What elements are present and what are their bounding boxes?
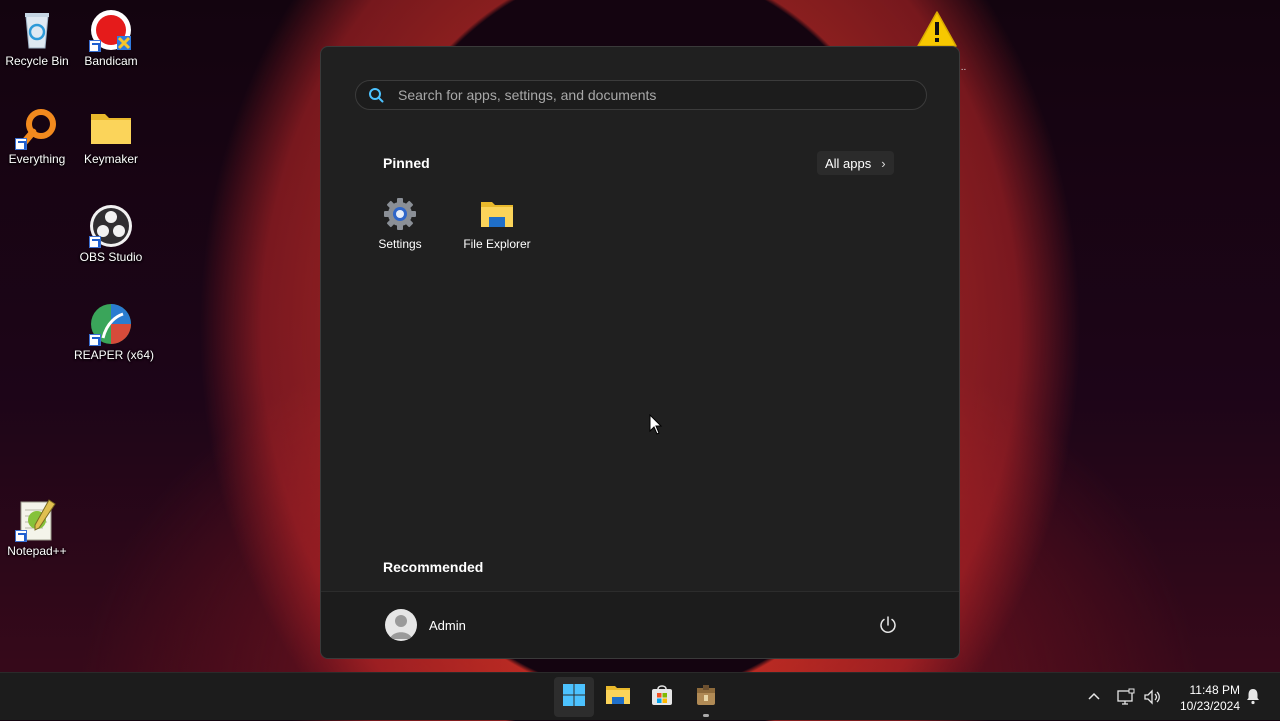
running-app-indicator [703,714,709,717]
package-app-icon [694,683,718,712]
search-input[interactable] [396,86,880,104]
folder-icon [480,197,514,231]
power-icon[interactable] [877,614,899,636]
mouse-cursor-icon [649,413,663,436]
pinned-app-file-explorer[interactable]: File Explorer [452,197,542,251]
desktop-icon-obs-studio[interactable]: OBS Studio [74,204,148,264]
clock-date: 10/23/2024 [1179,699,1240,713]
reaper-icon [89,302,133,346]
pinned-section-title: Pinned [383,155,430,171]
obs-studio-icon [89,204,133,248]
clock-time: 11:48 PM [1189,683,1240,697]
start-menu-footer: Admin [321,591,959,658]
taskbar-file-explorer[interactable] [598,677,638,717]
shortcut-arrow-icon [89,236,101,248]
chevron-right-icon: › [881,155,886,171]
desktop-icon-label: REAPER (x64) [74,348,155,362]
notepad-plus-plus-icon [15,498,59,542]
all-apps-button[interactable]: All apps › [817,151,894,175]
bandicam-icon [89,8,133,52]
taskbar-package-app[interactable] [686,677,726,717]
pinned-app-settings[interactable]: Settings [355,197,445,251]
desktop-icon-label: OBS Studio [79,250,143,264]
shortcut-arrow-icon [15,138,27,150]
warning-icon[interactable] [916,10,958,48]
desktop-icon-keymaker[interactable]: Keymaker [74,106,148,166]
notification-bell-icon[interactable] [1244,687,1262,705]
desktop-icon-label: Notepad++ [7,544,67,558]
folder-icon [89,106,133,150]
user-name[interactable]: Admin [429,618,466,633]
user-avatar[interactable] [385,609,417,641]
network-icon[interactable] [1116,687,1136,707]
desktop-icon-label: Bandicam [84,54,138,68]
pinned-app-label: Settings [378,237,422,251]
system-tray [1084,673,1162,721]
desktop-icon-label: Keymaker [83,152,139,166]
recycle-bin-icon [15,8,59,52]
search-icon [368,87,384,103]
store-icon [650,683,674,712]
taskbar: 11:48 PM 10/23/2024 [0,672,1280,720]
start-icon [562,683,586,712]
chevron-up-icon[interactable] [1084,687,1104,707]
desktop-icon-bandicam[interactable]: Bandicam [74,8,148,68]
desktop-icon-everything[interactable]: Everything [0,106,74,166]
file-explorer-icon [605,683,631,712]
all-apps-label: All apps [825,155,872,171]
recommended-section-title: Recommended [383,559,484,575]
taskbar-clock[interactable]: 11:48 PM 10/23/2024 [1168,682,1240,714]
desktop-icon-label: Recycle Bin [5,54,69,68]
desktop-icon-recycle-bin[interactable]: Recycle Bin [0,8,74,68]
start-search-box[interactable] [355,80,927,110]
desktop-icon-label: Everything [8,152,66,166]
shortcut-arrow-icon [15,530,27,542]
desktop-icon-notepad-plus-plus[interactable]: Notepad++ [0,498,74,558]
volume-icon[interactable] [1142,687,1162,707]
taskbar-microsoft-store[interactable] [642,677,682,717]
settings-gear-icon [383,197,417,231]
desktop-icon-reaper[interactable]: REAPER (x64) [74,302,155,362]
pinned-app-label: File Explorer [463,237,531,251]
shortcut-arrow-icon [89,40,101,52]
everything-search-icon [15,106,59,150]
shortcut-arrow-icon [89,334,101,346]
start-menu: Pinned All apps › [320,46,960,659]
start-button[interactable] [554,677,594,717]
